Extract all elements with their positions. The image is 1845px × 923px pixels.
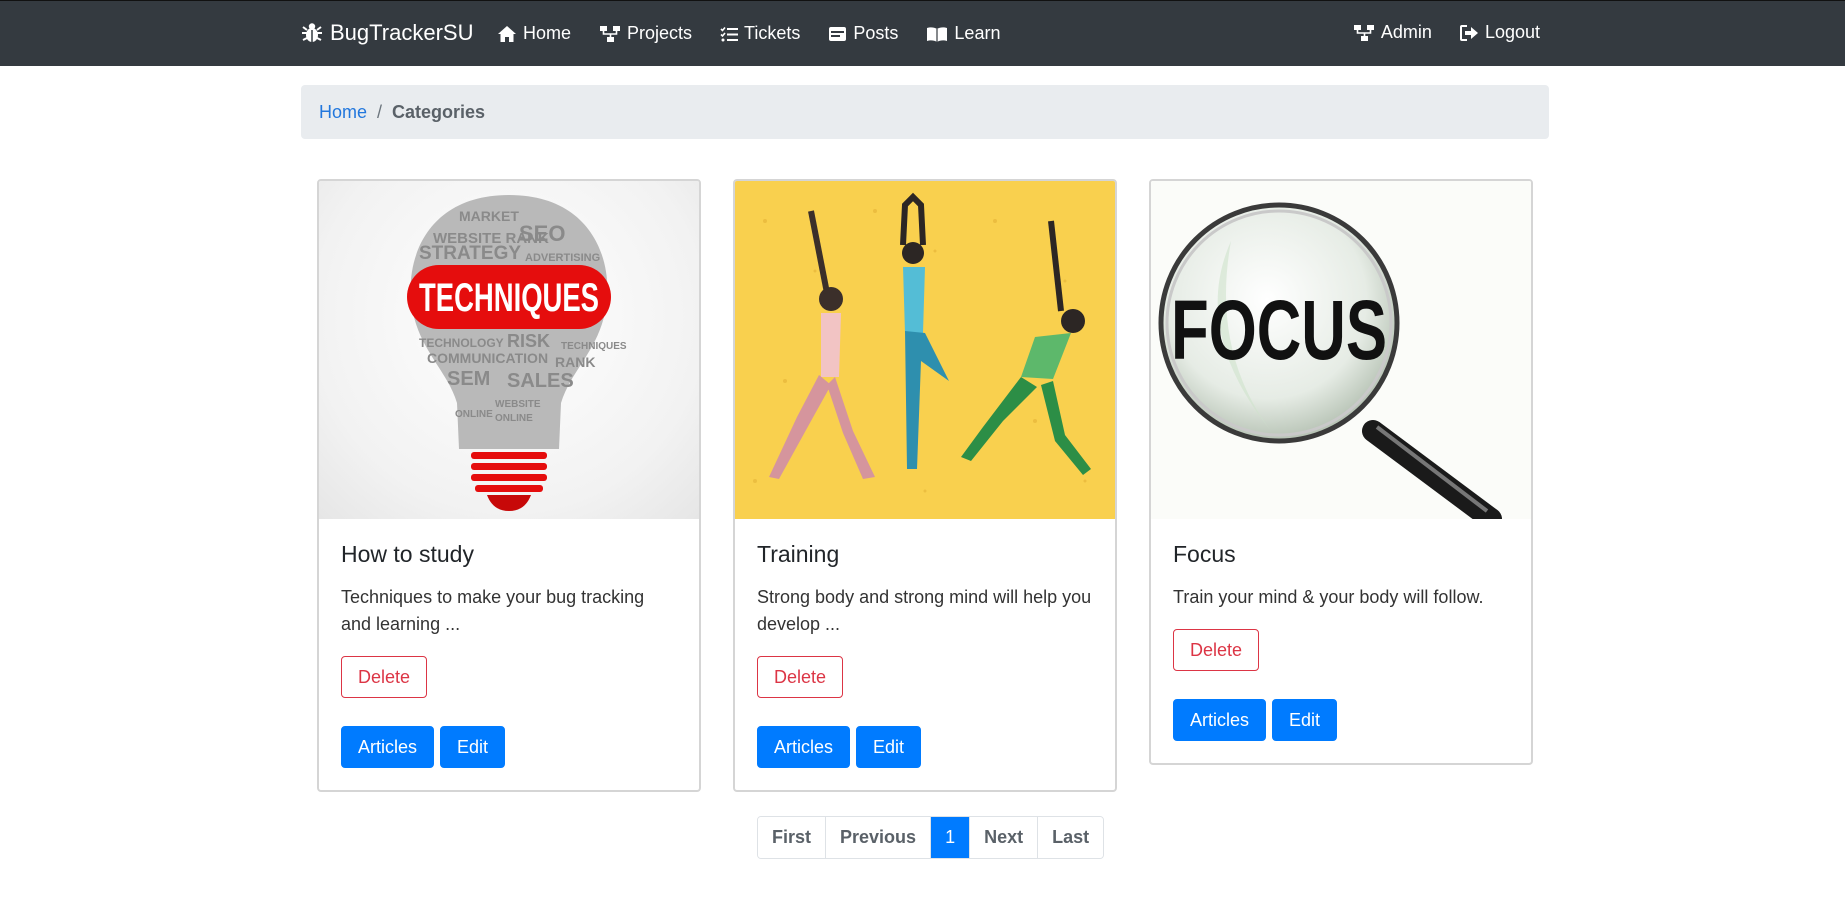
svg-text:TECHNOLOGY: TECHNOLOGY (419, 336, 504, 350)
card-title: How to study (341, 541, 474, 567)
category-card: Training Strong body and strong mind wil… (733, 179, 1117, 792)
breadcrumb: Home / Categories (301, 85, 1549, 139)
svg-text:MARKET: MARKET (459, 208, 519, 224)
nav-posts[interactable]: Posts (828, 23, 898, 44)
page-previous[interactable]: Previous (826, 817, 932, 858)
home-icon (498, 25, 516, 42)
card-title: Training (757, 541, 840, 567)
book-icon (927, 26, 948, 42)
edit-button[interactable]: Edit (856, 726, 922, 768)
page-first[interactable]: First (758, 817, 827, 858)
brand-link[interactable]: BugTrackerSU (300, 20, 473, 46)
card-body: Training Strong body and strong mind wil… (735, 519, 1115, 790)
delete-button[interactable]: Delete (757, 656, 844, 698)
nav-home-label: Home (523, 23, 572, 43)
category-card: MARKET WEBSITE RANK SEO STRATEGY ADVERTI… (317, 179, 701, 792)
page-current[interactable]: 1 (931, 817, 971, 858)
magnifier-image: FOCUS (1151, 181, 1531, 519)
nav-home[interactable]: Home (497, 23, 571, 44)
nav-admin[interactable]: Admin (1353, 22, 1432, 43)
window-icon (829, 26, 847, 41)
card-body: Focus Train your mind & your body will f… (1151, 519, 1531, 763)
card-image-techniques: MARKET WEBSITE RANK SEO STRATEGY ADVERTI… (319, 181, 699, 519)
category-card: FOCUS Focus Train your mind & your body … (1149, 179, 1533, 765)
card-body: How to study Techniques to make your bug… (319, 519, 699, 790)
card-image-caption: TECHNIQUES (419, 276, 599, 320)
brand-label: BugTrackerSU (330, 20, 474, 45)
svg-text:RANK: RANK (555, 354, 595, 370)
sitemap-icon (1353, 24, 1374, 41)
svg-text:SALES: SALES (507, 370, 574, 392)
edit-button[interactable]: Edit (1272, 699, 1338, 741)
navbar: BugTrackerSU Home Projects Tickets Posts… (0, 0, 1845, 66)
card-text: Techniques to make your bug tracking and… (341, 587, 645, 634)
nav-posts-label: Posts (853, 23, 899, 43)
bug-icon (302, 23, 322, 42)
tasks-icon (720, 26, 739, 41)
nav-tickets-label: Tickets (744, 23, 801, 43)
lightbulb-image: MARKET WEBSITE RANK SEO STRATEGY ADVERTI… (407, 195, 627, 511)
pagination: First Previous 1 Next Last (757, 816, 1105, 859)
edit-button[interactable]: Edit (440, 726, 506, 768)
svg-text:STRATEGY: STRATEGY (419, 243, 521, 264)
user-nav: Admin Logout (1325, 22, 1540, 43)
articles-button[interactable]: Articles (1173, 699, 1267, 741)
svg-text:WEBSITE: WEBSITE (495, 399, 541, 410)
svg-text:COMMUNICATION: COMMUNICATION (427, 350, 548, 366)
svg-text:TECHNIQUES: TECHNIQUES (561, 341, 627, 352)
breadcrumb-current: Categories (392, 101, 486, 122)
delete-button[interactable]: Delete (1173, 629, 1260, 671)
nav-learn-label: Learn (954, 23, 1001, 43)
card-text: Strong body and strong mind will help yo… (757, 587, 1092, 634)
main-nav: Home Projects Tickets Posts Learn (497, 23, 1028, 44)
nav-projects[interactable]: Projects (599, 23, 692, 44)
svg-text:ONLINE: ONLINE (495, 413, 533, 424)
card-title: Focus (1173, 541, 1236, 567)
articles-button[interactable]: Articles (341, 726, 435, 768)
nav-projects-label: Projects (627, 23, 693, 43)
articles-button[interactable]: Articles (757, 726, 851, 768)
card-text: Train your mind & your body will follow. (1173, 587, 1484, 607)
breadcrumb-separator: / (377, 101, 383, 122)
svg-text:SEO: SEO (519, 221, 565, 246)
nav-admin-label: Admin (1380, 22, 1432, 42)
delete-button[interactable]: Delete (341, 656, 428, 698)
yoga-image (753, 192, 1091, 493)
svg-text:ONLINE: ONLINE (455, 409, 493, 420)
card-image-training (735, 181, 1115, 519)
sitemap-icon (600, 25, 621, 42)
page-next[interactable]: Next (970, 817, 1039, 858)
nav-logout[interactable]: Logout (1459, 22, 1540, 43)
card-image-caption: FOCUS (1171, 283, 1387, 377)
card-image-focus: FOCUS (1151, 181, 1531, 519)
nav-logout-label: Logout (1484, 22, 1540, 42)
svg-text:RISK: RISK (507, 331, 550, 351)
svg-text:ADVERTISING: ADVERTISING (525, 252, 600, 264)
breadcrumb-home[interactable]: Home (319, 102, 367, 123)
nav-tickets[interactable]: Tickets (720, 23, 800, 44)
logout-icon (1459, 24, 1478, 41)
page-last[interactable]: Last (1038, 817, 1104, 858)
svg-text:SEM: SEM (447, 368, 490, 390)
nav-learn[interactable]: Learn (926, 23, 1000, 44)
